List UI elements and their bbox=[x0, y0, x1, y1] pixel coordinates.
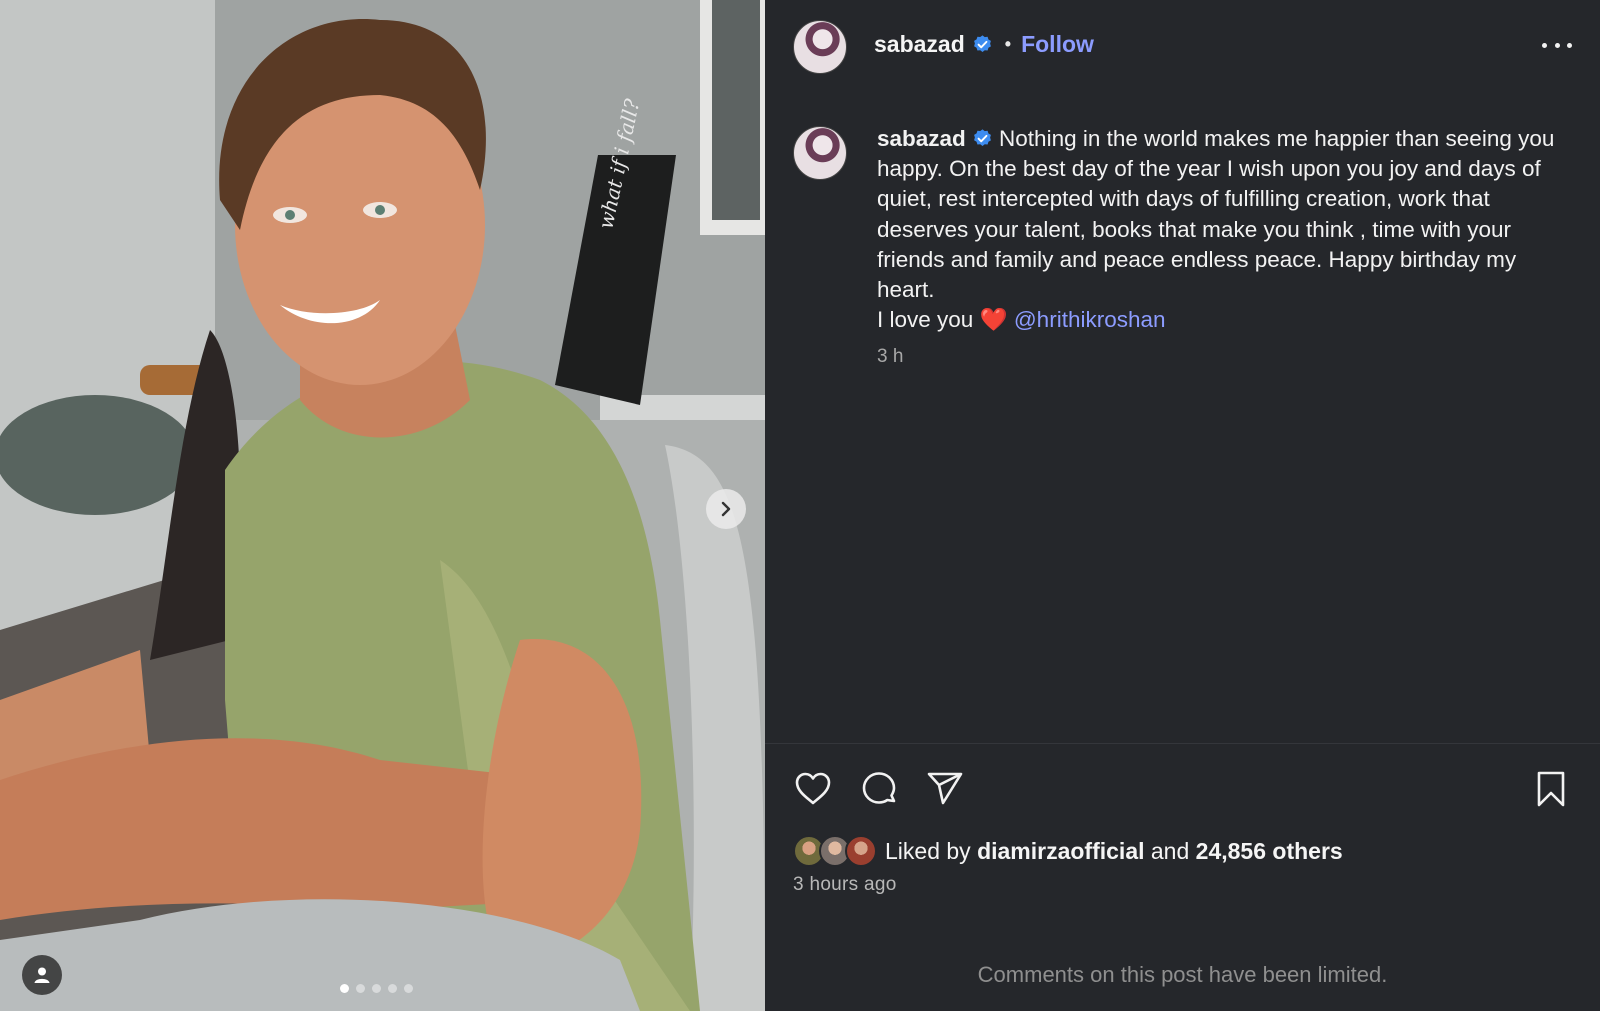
carousel-dot bbox=[404, 984, 413, 993]
comments-limited-notice: Comments on this post have been limited. bbox=[977, 962, 1388, 987]
tagged-users-button[interactable] bbox=[22, 955, 62, 995]
liked-by-prefix: Liked by bbox=[885, 837, 978, 864]
author-avatar[interactable] bbox=[793, 20, 847, 74]
likes-summary: Liked by diamirzaofficial and 24,856 oth… bbox=[793, 835, 1343, 867]
heart-emoji: ❤️ bbox=[979, 307, 1008, 333]
liker-avatar bbox=[845, 835, 877, 867]
post-media[interactable]: what if i fall? bbox=[0, 0, 765, 1011]
caption-text: sabazad Nothing in the world makes me ha… bbox=[877, 124, 1567, 335]
user-tag-icon bbox=[34, 967, 50, 983]
bookmark-icon[interactable] bbox=[1530, 768, 1572, 810]
carousel-dot bbox=[340, 984, 349, 993]
verified-badge-icon bbox=[973, 35, 991, 52]
caption-body: Nothing in the world makes me happier th… bbox=[877, 126, 1555, 303]
carousel-dot bbox=[356, 984, 365, 993]
caption-avatar[interactable] bbox=[793, 126, 847, 180]
liked-by-and: and bbox=[1144, 837, 1196, 864]
post-details-panel: sabazad • Follow sabazad Nothing in the … bbox=[765, 0, 1600, 1011]
liked-by-others[interactable]: 24,856 others bbox=[1196, 838, 1343, 865]
follow-button[interactable]: Follow bbox=[1021, 31, 1094, 58]
comment-icon[interactable] bbox=[858, 768, 900, 810]
instagram-post: what if i fall? sabazad • Follow sabazad… bbox=[0, 0, 1600, 1011]
separator-dot: • bbox=[1004, 34, 1012, 54]
author-username[interactable]: sabazad bbox=[874, 31, 965, 58]
caption-timestamp: 3 h bbox=[877, 346, 904, 367]
more-options-button[interactable] bbox=[1542, 35, 1572, 55]
mention-link[interactable]: @hrithikroshan bbox=[1014, 307, 1166, 332]
carousel-dot bbox=[372, 984, 381, 993]
more-horizontal-icon bbox=[1542, 42, 1547, 48]
carousel-dot bbox=[388, 984, 397, 993]
carousel-indicator bbox=[340, 984, 413, 993]
divider bbox=[765, 743, 1600, 744]
post-photo: what if i fall? bbox=[0, 0, 765, 1011]
post-time-ago[interactable]: 3 hours ago bbox=[793, 874, 897, 896]
heart-icon[interactable] bbox=[792, 768, 834, 810]
liked-by-user[interactable]: diamirzaofficial bbox=[977, 838, 1144, 865]
caption-username[interactable]: sabazad bbox=[877, 126, 966, 151]
carousel-next-button[interactable] bbox=[706, 489, 746, 529]
liker-avatars[interactable] bbox=[793, 835, 877, 867]
action-bar bbox=[765, 768, 1600, 812]
verified-badge-icon bbox=[973, 129, 991, 146]
caption-love-line: I love you bbox=[877, 307, 980, 333]
share-icon[interactable] bbox=[924, 768, 966, 810]
post-header: sabazad • Follow bbox=[765, 0, 1600, 92]
chevron-right-icon bbox=[721, 501, 731, 517]
